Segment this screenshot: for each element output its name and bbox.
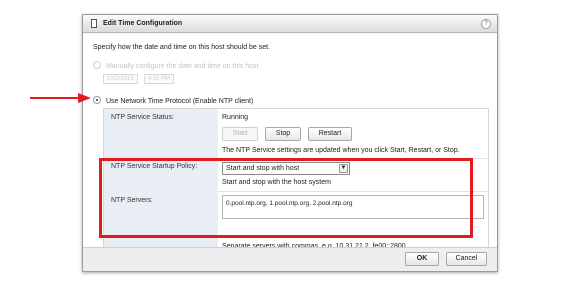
stop-button[interactable]: Stop	[265, 127, 301, 141]
startup-policy-value: Start and stop with host	[226, 165, 300, 172]
service-status-label: NTP Service Status:	[111, 114, 174, 121]
ntp-servers-label: NTP Servers:	[111, 197, 153, 204]
ntp-option[interactable]: Use Network Time Protocol (Enable NTP cl…	[93, 96, 253, 105]
ntp-settings-panel: NTP Service Status: Running Start Stop R…	[103, 108, 489, 258]
dialog-content: Specify how the date and time on this ho…	[83, 34, 497, 258]
intro-text: Specify how the date and time on this ho…	[93, 44, 271, 51]
service-status-value: Running	[222, 114, 249, 121]
ntp-option-label: Use Network Time Protocol (Enable NTP cl…	[105, 98, 254, 105]
manual-time-field: 4:32 PM	[143, 74, 175, 84]
settings-label-column	[104, 109, 218, 257]
startup-policy-select[interactable]: Start and stop with host ▼	[222, 162, 350, 175]
status-note: The NTP Service settings are updated whe…	[222, 147, 460, 154]
dialog-icon	[91, 19, 97, 28]
ntp-radio[interactable]	[93, 96, 101, 104]
manual-radio[interactable]	[93, 61, 101, 69]
ok-button[interactable]: OK	[405, 252, 439, 266]
cancel-button[interactable]: Cancel	[446, 252, 487, 266]
row-divider	[218, 158, 488, 159]
start-button[interactable]: Start	[222, 127, 258, 141]
help-icon[interactable]: ?	[481, 19, 491, 29]
manual-time-option[interactable]: Manually configure the date and time on …	[93, 61, 259, 70]
dialog-titlebar: Edit Time Configuration ?	[83, 15, 497, 33]
manual-date-time-fields: 1/02/2013 4:32 PM	[103, 74, 178, 84]
ntp-servers-input[interactable]: 0.pool.ntp.org, 1.pool.ntp.org, 2.pool.n…	[222, 195, 484, 219]
manual-option-label: Manually configure the date and time on …	[105, 63, 259, 70]
dialog-footer: OK Cancel	[83, 247, 497, 271]
startup-policy-label: NTP Service Startup Policy:	[111, 163, 198, 170]
dialog-title: Edit Time Configuration	[103, 20, 183, 27]
edit-time-configuration-dialog: Edit Time Configuration ? Specify how th…	[82, 14, 498, 272]
restart-button[interactable]: Restart	[308, 127, 352, 141]
manual-date-field: 1/02/2013	[103, 74, 138, 84]
row-divider	[218, 191, 488, 192]
startup-policy-note: Start and stop with the host system	[222, 179, 331, 186]
chevron-down-icon[interactable]: ▼	[339, 164, 348, 173]
